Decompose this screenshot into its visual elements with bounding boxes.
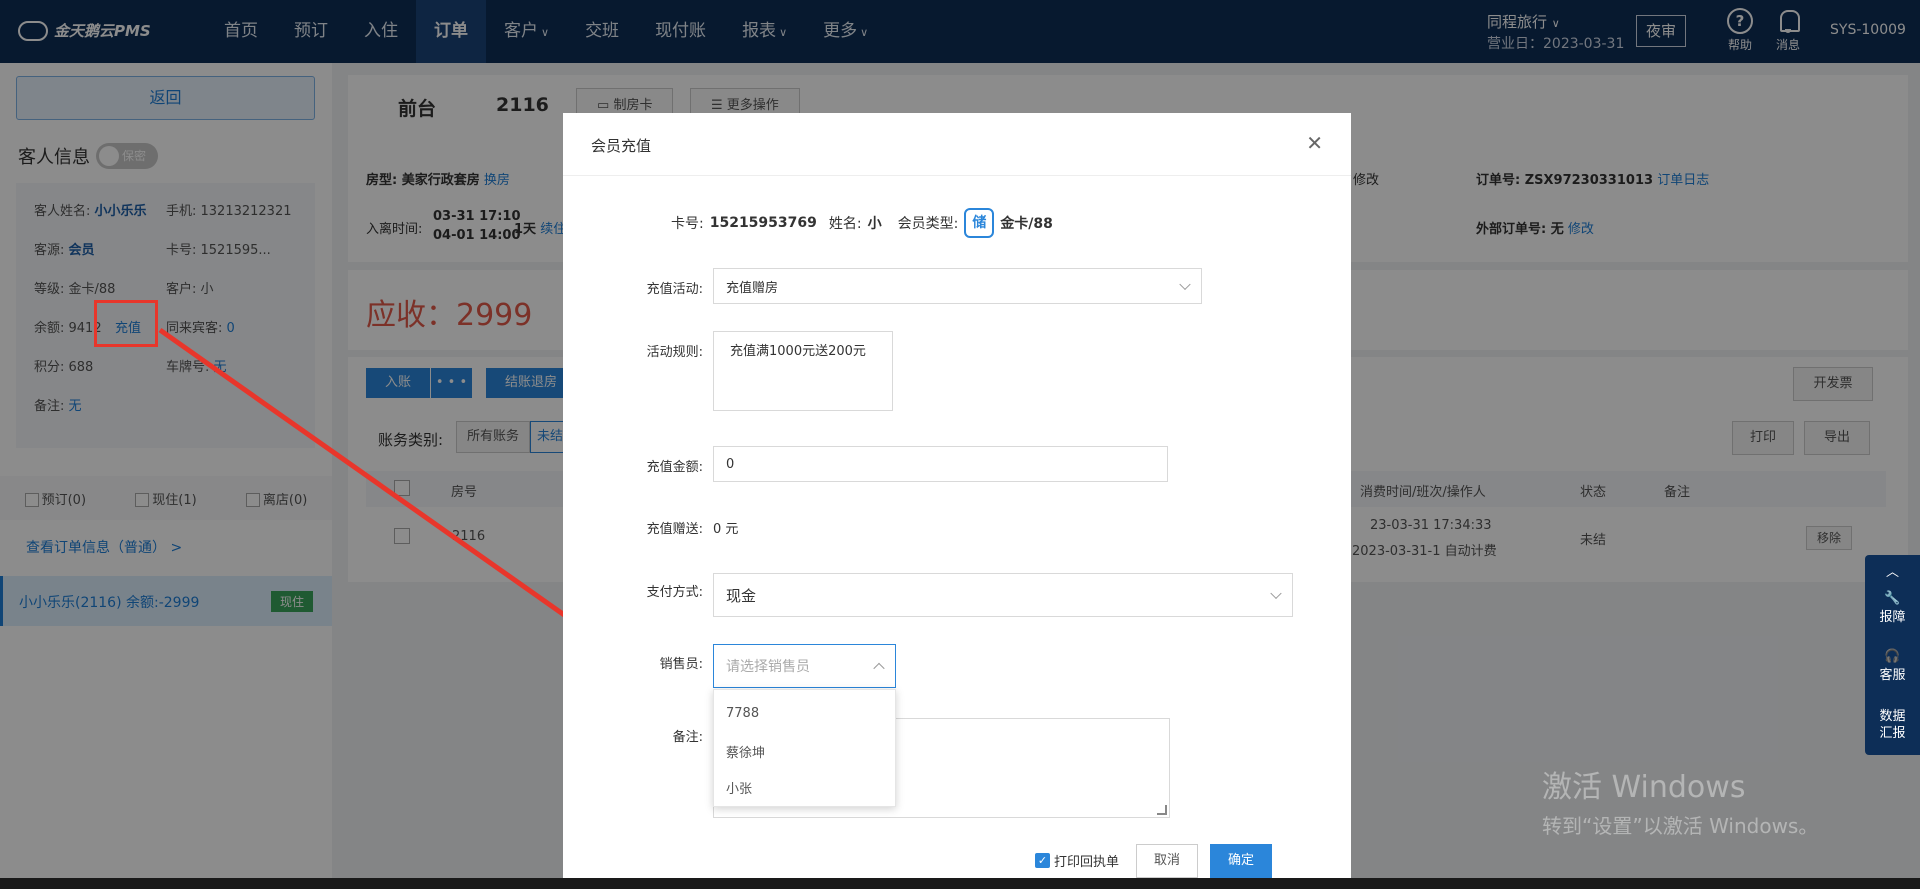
print-receipt-checkbox[interactable]: ✓ 打印回执单 xyxy=(1035,851,1119,870)
chevron-down-icon xyxy=(1179,278,1191,291)
note-label: 备注: xyxy=(672,730,703,745)
payment-label: 支付方式: xyxy=(646,585,703,600)
member-type-label: 会员类型: xyxy=(897,216,959,232)
stored-value-badge: 储 xyxy=(964,208,995,238)
cancel-button[interactable]: 取消 xyxy=(1136,844,1198,878)
headset-icon: 🎧 xyxy=(1884,649,1901,664)
wrench-icon: 🔧 xyxy=(1884,591,1901,606)
windows-activation-watermark: 激活 Windows 转到“设置”以激活 Windows。 xyxy=(1542,762,1818,839)
service-label: 客服 xyxy=(1879,668,1906,683)
sales-option[interactable]: 小张 xyxy=(726,778,752,797)
name-label: 姓名: xyxy=(828,216,862,232)
watermark-line-2: 转到“设置”以激活 Windows。 xyxy=(1542,814,1819,838)
gift-label: 充值赠送: xyxy=(646,522,703,537)
floating-tool-bar: ︿ 🔧 报障 🎧 客服 数据 汇报 xyxy=(1865,555,1920,755)
data-label-1: 数据 xyxy=(1879,709,1906,724)
modal-title: 会员充值 xyxy=(591,137,652,155)
payment-value: 现金 xyxy=(726,586,757,605)
data-label-2: 汇报 xyxy=(1879,726,1906,741)
customer-service-button[interactable]: 🎧 客服 xyxy=(1865,649,1920,683)
activity-select[interactable]: 充值赠房 xyxy=(713,268,1202,304)
print-receipt-label: 打印回执单 xyxy=(1054,855,1120,870)
watermark-line-1: 激活 Windows xyxy=(1542,770,1746,805)
sales-dropdown: 7788 蔡徐坤 小张 xyxy=(713,689,896,807)
chevron-up-icon: ︿ xyxy=(1885,565,1899,580)
activity-label: 充值活动: xyxy=(646,282,703,297)
payment-select[interactable]: 现金 xyxy=(713,573,1293,617)
sales-option[interactable]: 蔡徐坤 xyxy=(726,742,765,761)
report-issue-button[interactable]: 🔧 报障 xyxy=(1865,591,1920,625)
resize-handle-icon[interactable] xyxy=(1157,805,1167,815)
sales-label: 销售员: xyxy=(659,657,703,672)
report-label: 报障 xyxy=(1879,610,1906,625)
annotation-highlight-box xyxy=(94,300,158,347)
close-icon[interactable]: ✕ xyxy=(1306,131,1323,155)
scroll-top-button[interactable]: ︿ xyxy=(1865,561,1920,580)
check-icon: ✓ xyxy=(1035,853,1050,868)
activity-value: 充值赠房 xyxy=(726,280,779,296)
rule-box: 充值满1000元送200元 xyxy=(713,331,893,411)
card-label: 卡号: xyxy=(671,216,704,232)
bottom-strip xyxy=(0,878,1920,889)
sales-placeholder: 请选择销售员 xyxy=(726,659,810,675)
sales-select[interactable]: 请选择销售员 xyxy=(713,644,896,688)
member-recharge-modal: 会员充值 ✕ 卡号: 15215953769 姓名: 小 会员类型: 储 金卡/… xyxy=(563,113,1351,889)
data-report-button[interactable]: 数据 汇报 xyxy=(1865,708,1920,742)
amount-input[interactable]: 0 xyxy=(713,446,1168,482)
member-summary: 卡号: 15215953769 姓名: 小 会员类型: 储 金卡/88 xyxy=(671,208,1053,238)
member-name: 小 xyxy=(867,216,882,232)
modal-divider xyxy=(563,175,1351,176)
chevron-down-icon xyxy=(1270,587,1282,600)
amount-label: 充值金额: xyxy=(646,460,703,475)
member-type-value: 金卡/88 xyxy=(1000,216,1053,232)
sales-option[interactable]: 7788 xyxy=(726,706,759,721)
card-number: 15215953769 xyxy=(709,215,817,231)
chevron-up-icon xyxy=(873,662,885,675)
rule-label: 活动规则: xyxy=(646,345,703,360)
confirm-button[interactable]: 确定 xyxy=(1210,844,1272,878)
gift-value: 0 元 xyxy=(713,522,739,537)
